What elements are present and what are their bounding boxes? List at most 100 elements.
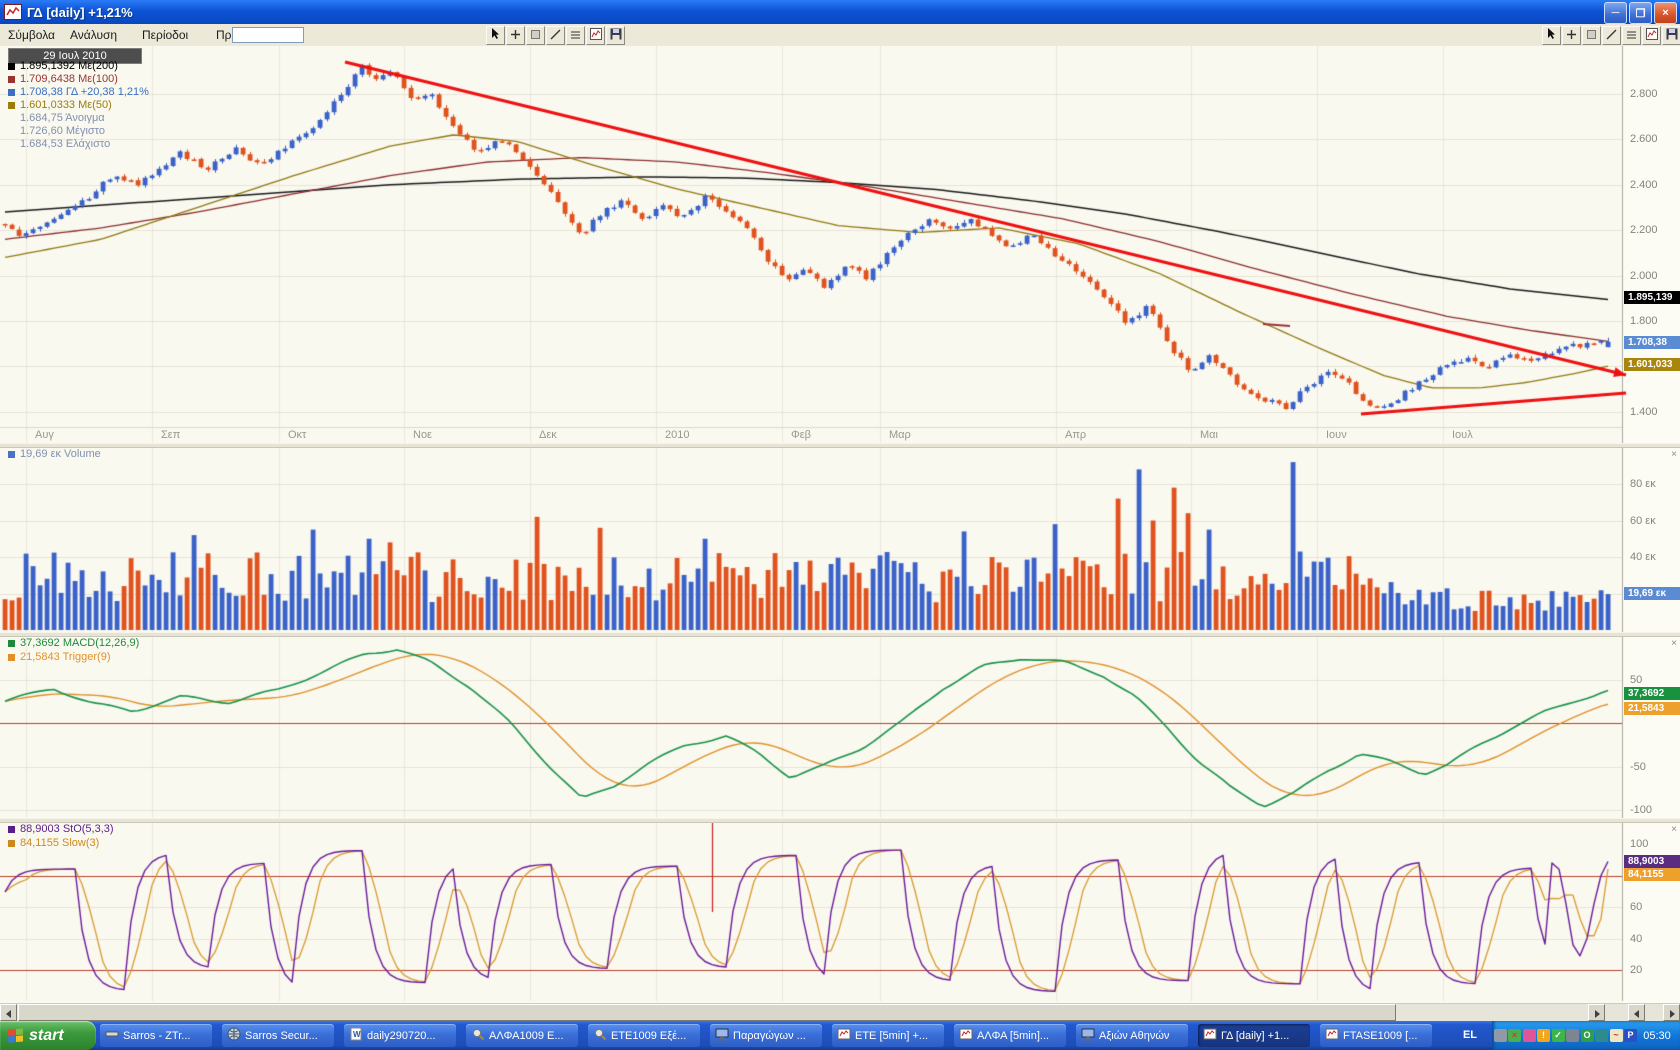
minimize-button[interactable]: ─ [1604,2,1627,24]
app-icon [105,1027,119,1044]
taskbar-button-label: Sarros - ZTr... [123,1030,190,1042]
crosshair-tool-button[interactable] [506,26,525,45]
zoom-box-tool-button[interactable] [526,26,545,45]
taskbar-button-label: Sarros Secur... [245,1030,318,1042]
price-legend-row: 1.601,0333 Με(50) [8,99,112,111]
legend-text: 1.895,1392 Με(200) [20,60,118,72]
messenger-icon[interactable] [1523,1029,1536,1042]
taskbar-button-8[interactable]: ΑΛΦΑ [5min]... [954,1024,1066,1047]
month-label: Νοε [413,429,432,441]
volume-axis-tick: 40 εκ [1630,551,1656,563]
language-indicator[interactable]: EL [1455,1026,1485,1045]
legend-text: 1.708,38 ΓΔ +20,38 1,21% [20,86,149,98]
menu-analysis[interactable]: Ανάλυση [66,27,121,43]
horizontal-lines-tool-button[interactable] [566,26,585,45]
restore-button[interactable]: ❐ [1629,2,1652,24]
zoom-box-tool-button[interactable] [1582,26,1601,45]
cursor-icon [1546,28,1557,43]
windows-flag-icon [8,1028,24,1043]
scroll-left-button[interactable] [0,1004,17,1021]
sto-panel-close-icon[interactable]: × [1669,825,1679,835]
taskbar-button-1[interactable]: Sarros - ZTr... [100,1024,212,1047]
chart-icon [1203,1027,1217,1044]
taskbar: start Sarros - ZTr... Sarros Secur... Wdai… [0,1021,1680,1050]
save-icon [1666,28,1678,43]
legend-text: 88,9003 StO(5,3,3) [20,823,114,835]
legend-swatch [8,826,15,833]
legend-text: 1.601,0333 Με(50) [20,99,112,111]
scroll-thumb[interactable] [18,1004,1396,1021]
volume-legend-row: 19,69 εκ Volume [8,448,101,460]
volume-panel-close-icon[interactable]: × [1669,450,1679,460]
trendline-tool-button[interactable] [1602,26,1621,45]
updates-check-icon[interactable]: ✓ [1552,1029,1565,1042]
trendline-tool-button[interactable] [546,26,565,45]
taskbar-button-11[interactable]: FTASE1009 [... [1320,1024,1432,1047]
scroll-right-button[interactable] [1588,1004,1605,1021]
taskbar-button-label: ΑΛΦΑ1009 Ε... [489,1030,564,1042]
taskbar-button-6[interactable]: Παραγώγων ... [710,1024,822,1047]
menu-periods[interactable]: Περίοδοι [138,27,192,43]
cursor-tool-button[interactable] [486,26,505,45]
taskbar-button-9[interactable]: Αξιών Αθηνών [1076,1024,1188,1047]
taskbar-button-7[interactable]: ΕΤΕ [5min] +... [832,1024,944,1047]
save-tool-button[interactable] [1662,26,1680,45]
volume-axis-tick: 80 εκ [1630,478,1656,490]
taskbar-button-label: ΕΤΕ1009 Εξέ... [611,1030,686,1042]
macd-panel-close-icon[interactable]: × [1669,639,1679,649]
month-label: Οκτ [288,429,306,441]
gauge-icon[interactable] [1566,1029,1579,1042]
security-shield-icon[interactable]: ! [1537,1029,1550,1042]
cursor-tool-button[interactable] [1542,26,1561,45]
monitor-icon [715,1027,729,1044]
macd-axis-tick: -100 [1630,804,1652,816]
price-axis-tick: 2.800 [1630,88,1658,100]
price-legend-row: 1.895,1392 Με(200) [8,60,118,72]
month-label: Μαρ [889,429,911,441]
legend-text: 1.684,75 Άνοιγμα [20,112,105,124]
month-label: Ιουν [1326,429,1347,441]
month-label: Μαι [1200,429,1218,441]
price-legend-row: 1.726,60 Μέγιστο [8,125,105,137]
axis-scroll-right-button[interactable] [1663,1004,1680,1021]
axis-scroll-left-button[interactable] [1628,1004,1645,1021]
antivirus-icon[interactable]: O [1581,1029,1594,1042]
save-tool-button[interactable] [606,26,625,45]
taskbar-button-5[interactable]: ΕΤΕ1009 Εξέ... [588,1024,700,1047]
network-error-icon[interactable]: × [1508,1029,1521,1042]
menu-bar: Σύμβολα Ανάλυση Περίοδοι Προβολή [0,24,1680,47]
window-titlebar: ΓΔ [daily] +1,21% ─ ❐ × [0,0,1680,24]
horizontal-lines-icon [570,29,581,43]
trendline-icon [550,29,561,43]
chart-canvas[interactable] [0,46,1680,1003]
chart-doc-icon[interactable]: ~ [1610,1029,1623,1042]
price-legend-row: 1.684,53 Ελάχιστο [8,138,110,150]
start-button[interactable]: start [0,1021,96,1050]
save-icon [610,28,622,43]
taskbar-button-4[interactable]: ΑΛΦΑ1009 Ε... [466,1024,578,1047]
eye-icon[interactable] [1595,1029,1608,1042]
trendline-icon [1606,29,1617,43]
taskbar-button-10[interactable]: ΓΔ [daily] +1... [1198,1024,1310,1047]
taskbar-clock[interactable]: 05:30 [1634,1021,1680,1050]
horizontal-lines-tool-button[interactable] [1622,26,1641,45]
price-axis-tick: 1.800 [1630,315,1658,327]
svg-text:W: W [353,1030,361,1039]
close-button[interactable]: × [1654,2,1677,24]
legend-text: 84,1155 Slow(3) [20,837,99,849]
price-legend-row: 1.708,38 ΓΔ +20,38 1,21% [8,86,149,98]
sto-legend-row: 84,1155 Slow(3) [8,837,99,849]
chart-tool-button[interactable] [1642,26,1661,45]
chart-tool-button[interactable] [586,26,605,45]
chart-icon [590,28,602,43]
display-utility-icon[interactable] [1494,1029,1507,1042]
crosshair-tool-button[interactable] [1562,26,1581,45]
taskbar-button-3[interactable]: Wdaily290720... [344,1024,456,1047]
menu-symbols[interactable]: Σύμβολα [4,27,59,43]
taskbar-button-2[interactable]: Sarros Secur... [222,1024,334,1047]
legend-swatch [8,451,15,458]
volume-axis-tick: 60 εκ [1630,515,1656,527]
symbol-input[interactable] [232,27,304,43]
zoom-box-icon [1586,29,1597,43]
price-axis-tick: 2.600 [1630,133,1658,145]
